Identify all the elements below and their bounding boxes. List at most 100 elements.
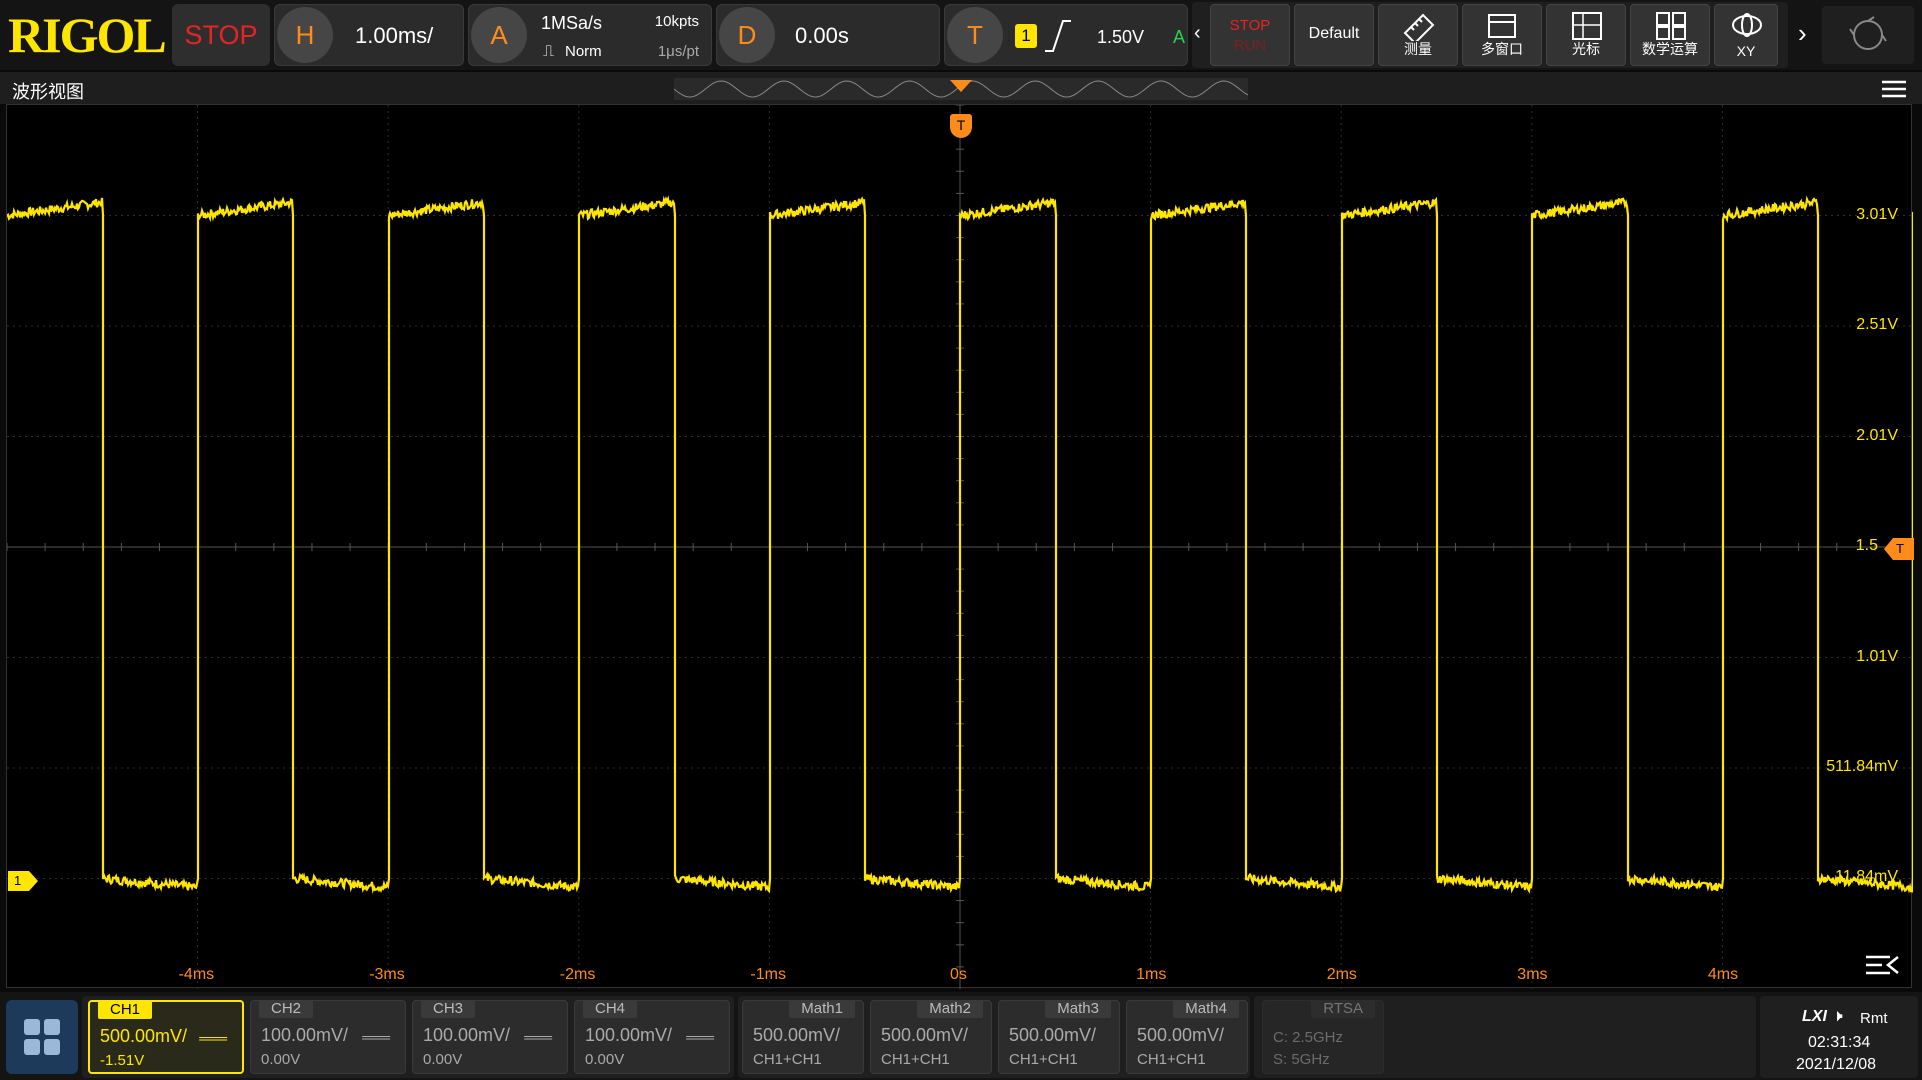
xy-label: XY — [1736, 43, 1756, 59]
math2-box[interactable]: Math2 500.00mV/ CH1+CH1 — [870, 1000, 992, 1074]
dc-coupling-icon: ═══ — [362, 1029, 390, 1045]
toolbar-group: ‹ STOP RUN Default 测量 多窗口 光标 数学运算 XY — [1192, 2, 1788, 68]
rtsa-span: S: 5GHz — [1273, 1051, 1330, 1068]
math3-scale: 500.00mV/ — [1009, 1025, 1097, 1045]
ch3-offset: 0.00V — [423, 1051, 463, 1068]
acquire-badge: A — [471, 7, 527, 63]
time-scale-label: 2ms — [1326, 966, 1357, 983]
collapse-panel-icon[interactable] — [1866, 954, 1900, 978]
speaker-muted-icon: 🕨 — [1832, 1006, 1843, 1025]
cursor-label: 光标 — [1572, 41, 1600, 57]
dc-coupling-icon: ═══ — [199, 1030, 227, 1046]
trigger-source: 1 — [1015, 24, 1037, 48]
time-scale-label: -4ms — [178, 966, 215, 983]
math2-scale: 500.00mV/ — [881, 1025, 969, 1045]
menu-icon[interactable] — [1882, 79, 1906, 99]
top-status-bar: RIGOL STOP H 1.00ms/ A 1MSa/s 10kpts ⎍ N… — [0, 0, 1922, 70]
delay-panel[interactable]: D 0.00s — [716, 4, 940, 66]
dc-coupling-icon: ═══ — [524, 1029, 552, 1045]
voltage-scale-label: 2.51V — [1856, 316, 1898, 333]
window-title: 波形视图 — [12, 82, 84, 102]
window-title-bar: 波形视图 — [0, 72, 1922, 104]
time-scale-label: -1ms — [750, 966, 786, 983]
ch4-box[interactable]: CH4 100.00mV/ ═══ 0.00V — [574, 1000, 730, 1074]
cursor-button[interactable]: 光标 — [1546, 4, 1626, 66]
ch2-box[interactable]: CH2 100.00mV/ ═══ 0.00V — [250, 1000, 406, 1074]
voltage-scale-label: 511.84mV — [1826, 757, 1898, 775]
calculator-icon — [1656, 12, 1686, 40]
acquire-mode-icon: ⎍ — [543, 43, 555, 60]
grid-menu-icon — [24, 1019, 60, 1055]
trigger-position-marker-icon — [950, 80, 972, 92]
run-label: RUN — [1233, 37, 1267, 54]
rtsa-box[interactable]: RTSA C: 2.5GHz S: 5GHz — [1262, 1000, 1384, 1074]
waveform-view[interactable] — [6, 104, 1913, 989]
math3-tag: Math3 — [1045, 1000, 1111, 1018]
math1-box[interactable]: Math1 500.00mV/ CH1+CH1 — [742, 1000, 864, 1074]
trigger-panel[interactable]: T 1 1.50V A — [944, 4, 1188, 66]
stop-label: STOP — [1229, 17, 1271, 34]
multiwindow-label: 多窗口 — [1481, 41, 1523, 57]
measure-button[interactable]: 测量 — [1378, 4, 1458, 66]
math-button[interactable]: 数学运算 — [1630, 4, 1710, 66]
voltage-scale-label: 2.01V — [1856, 426, 1898, 444]
cursor-icon — [1572, 12, 1602, 40]
default-label: Default — [1308, 25, 1360, 42]
math4-scale: 500.00mV/ — [1137, 1025, 1225, 1045]
math4-expr: CH1+CH1 — [1137, 1051, 1206, 1068]
scroll-right-icon[interactable]: › — [1798, 18, 1807, 49]
math4-box[interactable]: Math4 500.00mV/ CH1+CH1 — [1126, 1000, 1248, 1074]
ruler-icon — [1403, 13, 1435, 41]
ch4-offset: 0.00V — [585, 1051, 625, 1068]
ch1-offset: -1.51V — [100, 1052, 145, 1069]
time-scale-label: 1ms — [1136, 966, 1167, 983]
delay-badge: D — [719, 7, 775, 63]
acquire-panel[interactable]: A 1MSa/s 10kpts ⎍ Norm 1μs/pt — [468, 4, 712, 66]
ch1-box[interactable]: CH1 500.00mV/ ═══ -1.51V — [88, 1000, 244, 1074]
clock-date: 2021/12/08 — [1796, 1056, 1877, 1073]
trigger-t-marker[interactable]: T — [950, 114, 972, 138]
graticule-grid — [7, 105, 1913, 989]
rigol-logo: RIGOL — [8, 7, 167, 63]
clock-time: 02:31:34 — [1808, 1034, 1871, 1051]
ch3-box[interactable]: CH3 100.00mV/ ═══ 0.00V — [412, 1000, 568, 1074]
voltage-scale-label: 3.01V — [1856, 205, 1898, 223]
scroll-left-icon[interactable]: ‹ — [1194, 22, 1201, 45]
ch3-tag: CH3 — [421, 1000, 476, 1018]
channel-bar: CH1 500.00mV/ ═══ -1.51V CH2 100.00mV/ ═… — [0, 992, 1922, 1080]
delay-offset: 0.00s — [795, 23, 849, 48]
math3-expr: CH1+CH1 — [1009, 1051, 1078, 1068]
recycle-icon — [1849, 16, 1887, 50]
timebase-value: 1.00ms/ — [355, 23, 434, 48]
horizontal-panel[interactable]: H 1.00ms/ — [274, 4, 464, 66]
xy-icon — [1732, 13, 1762, 37]
memory-depth: 10kpts — [654, 13, 699, 30]
voltage-scale-label: 11.84mV — [1835, 868, 1898, 886]
run-state-indicator[interactable]: STOP — [172, 4, 270, 66]
default-button[interactable]: Default — [1294, 4, 1374, 66]
stop-run-button[interactable]: STOP RUN — [1210, 4, 1290, 66]
horizontal-badge: H — [277, 7, 333, 63]
recycle-button[interactable] — [1822, 6, 1914, 64]
xy-button[interactable]: XY — [1714, 4, 1778, 66]
multiwindow-button[interactable]: 多窗口 — [1462, 4, 1542, 66]
acquire-mode: Norm — [565, 43, 602, 60]
math3-box[interactable]: Math3 500.00mV/ CH1+CH1 — [998, 1000, 1120, 1074]
dc-coupling-icon: ═══ — [686, 1029, 714, 1045]
trigger-badge: T — [947, 7, 1003, 63]
ch2-scale: 100.00mV/ — [261, 1025, 349, 1045]
sample-rate: 1MSa/s — [541, 13, 603, 33]
ch1-waveform — [7, 195, 1913, 894]
ch4-scale: 100.00mV/ — [585, 1025, 673, 1045]
math-label: 数学运算 — [1642, 41, 1698, 57]
trigger-level: 1.50V — [1097, 27, 1145, 47]
system-status[interactable]: LXI 🕨 Rmt 02:31:34 2021/12/08 — [1760, 996, 1918, 1078]
trigger-status: A — [1172, 27, 1185, 47]
time-scale-label: 4ms — [1707, 966, 1739, 983]
voltage-scale-label: 1.01V — [1856, 647, 1898, 665]
time-resolution: 1μs/pt — [657, 43, 699, 60]
time-scale-label: -2ms — [559, 966, 596, 983]
app-menu-button[interactable] — [6, 1000, 78, 1074]
voltage-scale-label: 1.5 — [1855, 537, 1878, 554]
time-scale-label: 3ms — [1517, 966, 1548, 983]
